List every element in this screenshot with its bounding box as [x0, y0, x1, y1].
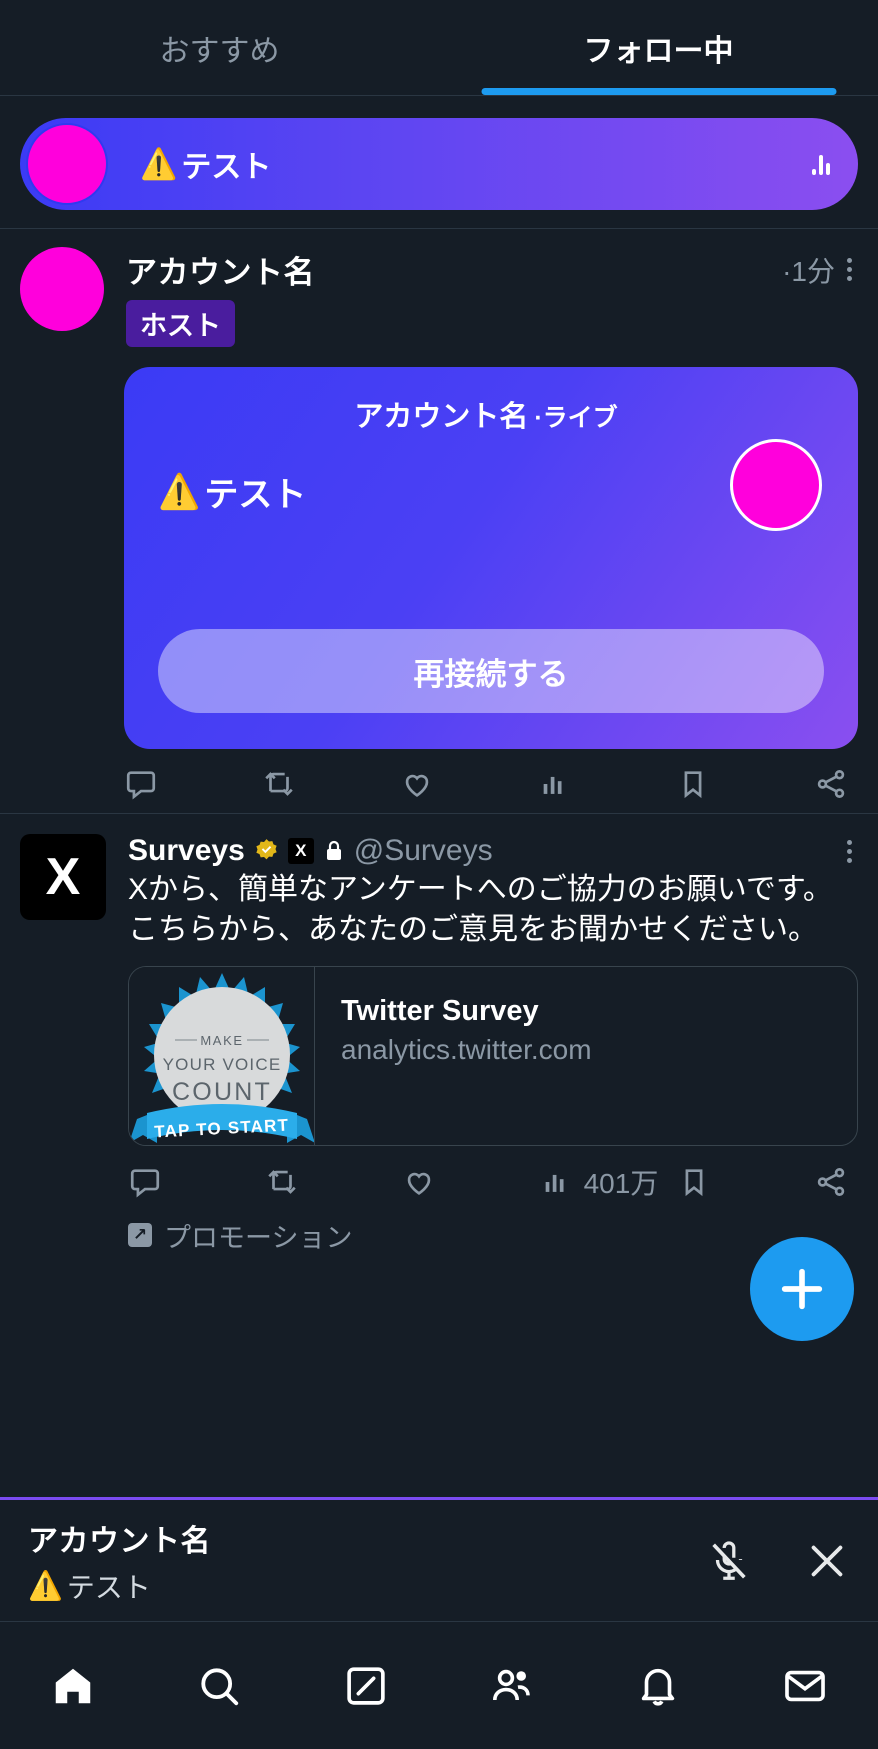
promoted-action-bar: 401万 — [128, 1162, 858, 1202]
tab-for-you-label: おすすめ — [159, 34, 280, 68]
promoted-handle[interactable]: @Surveys — [354, 834, 493, 868]
share-button[interactable] — [814, 767, 848, 801]
tab-for-you[interactable]: おすすめ — [0, 0, 439, 95]
bookmark-button[interactable] — [676, 767, 814, 801]
tweet-timestamp: ·1分 — [782, 255, 835, 287]
status-badge: ホスト — [126, 300, 235, 347]
mini-player-subtitle: ⚠️ テスト — [28, 1566, 211, 1606]
live-card-avatar — [730, 439, 822, 531]
bell-icon — [642, 1668, 675, 1706]
reply-button[interactable] — [128, 1165, 265, 1199]
link-card-title: Twitter Survey — [341, 994, 539, 1027]
svg-text:COUNT: COUNT — [172, 1078, 272, 1106]
live-card-status-text: テスト — [204, 476, 307, 514]
promoted-label-text: プロモーション — [164, 1222, 353, 1253]
promoted-label: ↗ プロモーション — [128, 1216, 858, 1255]
reconnect-button[interactable]: 再接続する — [158, 629, 824, 713]
link-preview-card[interactable]: MAKE YOUR VOICE COUNT TAP TO START Twitt… — [128, 965, 858, 1146]
nav-item-home[interactable] — [0, 1663, 146, 1709]
tweet-promoted[interactable]: X Surveys X @Surveys Xから、簡単なアンケートへのご協力のお… — [0, 814, 878, 1265]
lock-icon — [326, 840, 341, 860]
promoted-arrow-icon: ↗ — [128, 1223, 152, 1248]
views-button[interactable]: 401万 — [540, 1162, 677, 1202]
nav-item-compose[interactable] — [293, 1663, 439, 1709]
audio-levels-icon — [812, 153, 830, 175]
svg-text:YOUR VOICE: YOUR VOICE — [163, 1055, 282, 1074]
tab-active-indicator — [481, 88, 836, 95]
search-icon — [201, 1667, 239, 1705]
close-icon[interactable] — [804, 1538, 850, 1584]
compose-icon — [347, 1666, 385, 1705]
nav-item-communities[interactable] — [439, 1662, 585, 1710]
nav-item-messages[interactable] — [732, 1663, 878, 1709]
retweet-button[interactable] — [265, 1165, 402, 1199]
retweet-button[interactable] — [262, 767, 400, 801]
warning-icon: ⚠️ — [158, 472, 201, 511]
compose-fab-button[interactable] — [750, 1237, 854, 1341]
tweet-header: アカウント名 ·1分 ホスト — [20, 247, 858, 347]
share-button[interactable] — [814, 1165, 848, 1199]
bookmark-button[interactable] — [677, 1165, 814, 1199]
link-card-domain: analytics.twitter.com — [341, 1033, 592, 1065]
live-audio-banner[interactable]: ⚠️ テスト — [20, 118, 858, 210]
tab-following[interactable]: フォロー中 — [439, 0, 878, 95]
live-card-live-label: ·ライブ — [534, 404, 618, 432]
live-card-status: ⚠️ テスト — [158, 467, 306, 516]
bottom-navigation — [0, 1621, 878, 1749]
live-banner-section: ⚠️ テスト — [0, 96, 878, 229]
mini-player-title: アカウント名 — [28, 1524, 211, 1558]
x-logo-avatar[interactable]: X — [20, 834, 106, 920]
nav-item-notifications[interactable] — [585, 1663, 731, 1709]
link-card-image: MAKE YOUR VOICE COUNT TAP TO START — [129, 966, 315, 1145]
more-options-icon[interactable] — [841, 836, 858, 867]
home-icon — [55, 1668, 91, 1703]
mic-off-icon[interactable] — [706, 1538, 752, 1584]
live-banner-avatar — [26, 123, 108, 205]
live-card-author: アカウント名 — [354, 401, 529, 433]
avatar[interactable] — [20, 247, 104, 331]
mini-player-subtitle-text: テスト — [66, 1571, 151, 1603]
like-button[interactable] — [400, 767, 538, 801]
promoted-author-name[interactable]: Surveys — [128, 834, 245, 868]
live-banner-title: ⚠️ テスト — [140, 142, 271, 186]
promoted-tweet-text: Xから、簡単なアンケートへのご協力のお願いです。こちらから、あなたのご意見をお聞… — [128, 873, 833, 946]
reply-button[interactable] — [124, 767, 262, 801]
like-button[interactable] — [402, 1165, 539, 1199]
plus-icon — [781, 1268, 823, 1310]
warning-icon: ⚠️ — [28, 1570, 63, 1601]
live-card-title: アカウント名 ·ライブ — [124, 393, 858, 435]
views-count: 401万 — [583, 1167, 659, 1199]
tab-following-label: フォロー中 — [583, 34, 734, 68]
nav-item-search[interactable] — [146, 1663, 292, 1709]
live-space-card[interactable]: アカウント名 ·ライブ ⚠️ テスト 再接続する — [124, 367, 858, 749]
gold-verified-icon — [256, 838, 277, 859]
views-button[interactable] — [538, 767, 676, 801]
tweet-author-name[interactable]: アカウント名 — [126, 247, 315, 292]
feed-tabs: おすすめ フォロー中 — [0, 0, 878, 96]
more-options-icon[interactable] — [841, 254, 858, 285]
communities-icon — [493, 1669, 530, 1700]
affiliate-badge-icon: X — [287, 838, 314, 864]
svg-text:MAKE: MAKE — [200, 1033, 243, 1048]
mail-icon — [784, 1670, 825, 1701]
tweet-live-space[interactable]: アカウント名 ·1分 ホスト アカウント名 ·ライブ ⚠️ テスト 再接続する — [0, 229, 878, 814]
warning-icon: ⚠️ — [140, 147, 178, 181]
live-banner-title-text: テスト — [181, 151, 272, 184]
mini-player-bar[interactable]: アカウント名 ⚠️ テスト — [0, 1497, 878, 1621]
tweet-action-bar — [124, 767, 858, 801]
